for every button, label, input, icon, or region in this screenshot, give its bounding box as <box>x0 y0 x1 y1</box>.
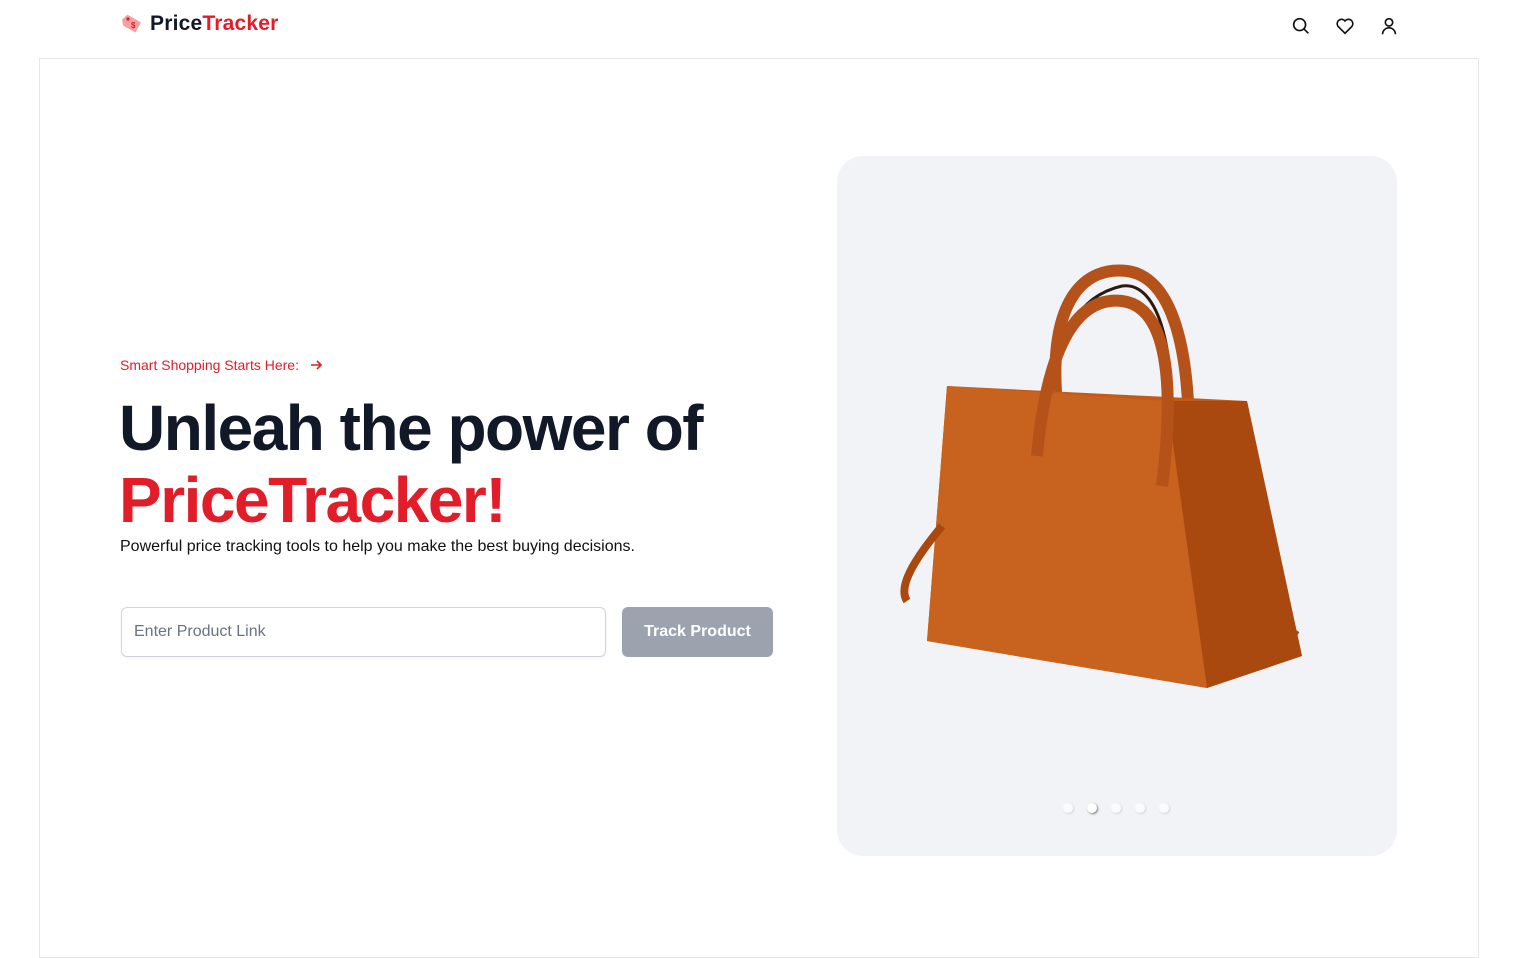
handbag-image <box>900 264 1302 688</box>
carousel-dot[interactable] <box>1135 803 1145 813</box>
product-link-input[interactable] <box>121 607 606 657</box>
navbar: $ PriceTracker <box>0 0 1518 58</box>
arrow-right-icon <box>310 360 323 370</box>
track-product-button[interactable]: Track Product <box>622 607 773 657</box>
tagline: Smart Shopping Starts Here: <box>120 357 323 373</box>
logo-text: PriceTracker <box>150 12 279 35</box>
carousel-dot-active[interactable] <box>1087 803 1097 813</box>
user-icon[interactable] <box>1378 15 1400 37</box>
heart-icon[interactable] <box>1334 15 1356 37</box>
carousel-dot[interactable] <box>1063 803 1073 813</box>
carousel-dot[interactable] <box>1159 803 1169 813</box>
carousel-dot[interactable] <box>1111 803 1121 813</box>
product-carousel <box>837 156 1397 856</box>
search-icon[interactable] <box>1290 15 1312 37</box>
price-tag-icon: $ <box>122 14 141 33</box>
carousel-dots <box>1063 803 1169 813</box>
logo[interactable]: $ PriceTracker <box>120 12 279 36</box>
svg-text:$: $ <box>131 21 136 30</box>
hero-title: Unleah the power of PriceTracker! <box>119 392 704 536</box>
hero-subtitle: Powerful price tracking tools to help yo… <box>120 538 635 555</box>
